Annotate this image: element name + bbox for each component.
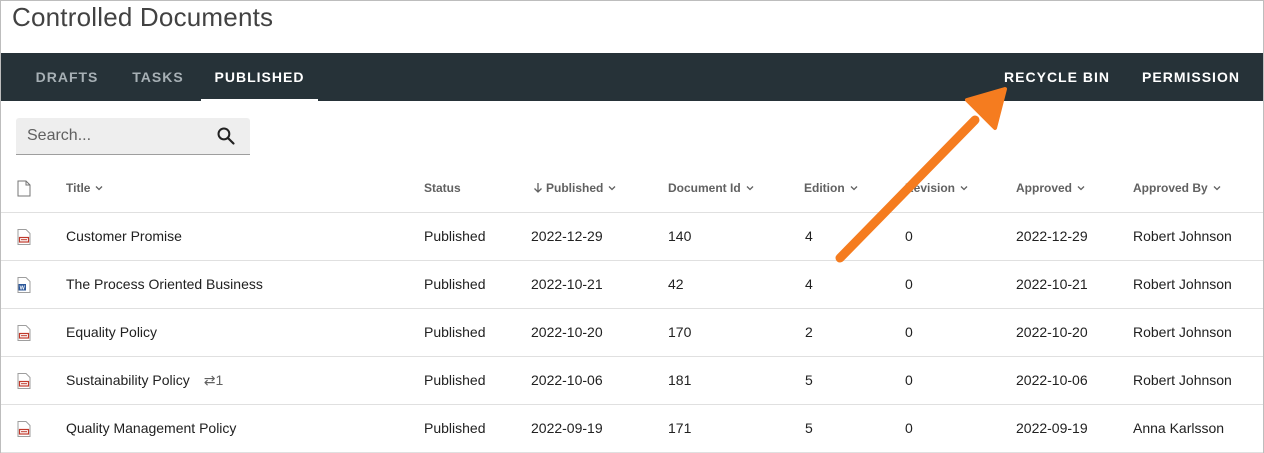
tab-recycle-bin[interactable]: RECYCLE BIN [993, 53, 1121, 101]
table-row[interactable]: Sustainability Policy ⇄1 Published 2022-10-… [1, 357, 1263, 405]
word-file-icon: W [17, 277, 31, 293]
column-approved-label: Approved [1016, 181, 1073, 195]
cell-document-id: 181 [668, 372, 692, 388]
table-row[interactable]: Customer Promise Published 2022-12-29 140 4 0… [1, 213, 1263, 261]
cell-published: 2022-10-06 [531, 372, 603, 388]
document-title-link[interactable]: Sustainability Policy [66, 372, 190, 388]
cell-title[interactable]: Customer Promise [66, 213, 182, 260]
column-revision[interactable]: Revision [905, 165, 969, 212]
table-row[interactable]: W The Process Oriented Business Published 2… [1, 261, 1263, 309]
cell-status: Published [424, 228, 486, 244]
tab-tasks[interactable]: TASKS [118, 53, 198, 101]
pdf-file-icon [17, 229, 31, 245]
cell-edition: 5 [805, 420, 813, 436]
column-title[interactable]: Title [66, 165, 104, 212]
cell-edition: 2 [805, 324, 813, 340]
cell-published: 2022-10-21 [531, 276, 603, 292]
column-document-id[interactable]: Document Id [668, 165, 755, 212]
document-title-link[interactable]: Quality Management Policy [66, 420, 236, 436]
cell-approved-by: Robert Johnson [1133, 324, 1232, 340]
cell-approved: 2022-09-19 [1016, 420, 1088, 436]
table-row[interactable]: Quality Management Policy Published 2022-0… [1, 405, 1263, 453]
page-title: Controlled Documents [12, 2, 274, 32]
tab-permission[interactable]: PERMISSION [1131, 53, 1251, 101]
column-approved-by-label: Approved By [1133, 181, 1208, 195]
column-edition-label: Edition [804, 181, 845, 195]
document-title-link[interactable]: The Process Oriented Business [66, 276, 263, 292]
pdf-file-icon [17, 325, 31, 341]
search-box[interactable] [16, 118, 250, 155]
column-revision-label: Revision [905, 181, 956, 195]
cell-approved: 2022-12-29 [1016, 228, 1088, 244]
cell-approved-by: Robert Johnson [1133, 372, 1232, 388]
column-edition[interactable]: Edition [804, 165, 859, 212]
column-document-id-label: Document Id [668, 181, 741, 195]
cell-document-id: 170 [668, 324, 692, 340]
cell-approved-by: Robert Johnson [1133, 228, 1232, 244]
cell-edition: 5 [805, 372, 813, 388]
cell-published: 2022-10-20 [531, 324, 603, 340]
cell-revision: 0 [905, 420, 913, 436]
chevron-down-icon [1213, 186, 1221, 191]
column-published[interactable]: Published [533, 165, 617, 212]
pdf-file-icon [17, 373, 31, 389]
cell-revision: 0 [905, 324, 913, 340]
cell-published: 2022-09-19 [531, 420, 603, 436]
cell-status: Published [424, 372, 486, 388]
cell-revision: 0 [905, 228, 913, 244]
chevron-down-icon [960, 186, 968, 191]
chevron-down-icon [95, 186, 103, 191]
cell-approved: 2022-10-20 [1016, 324, 1088, 340]
chevron-down-icon [1077, 186, 1085, 191]
column-approved-by[interactable]: Approved By [1133, 165, 1222, 212]
chevron-down-icon [608, 186, 616, 191]
table-header: Title Status Published Document Id Editi… [1, 165, 1263, 213]
column-status-label: Status [424, 181, 461, 195]
cell-approved: 2022-10-06 [1016, 372, 1088, 388]
chevron-down-icon [746, 186, 754, 191]
cell-title[interactable]: The Process Oriented Business [66, 261, 263, 308]
cell-status: Published [424, 324, 486, 340]
cell-title[interactable]: Equality Policy [66, 309, 157, 356]
linked-documents-icon[interactable]: ⇄1 [204, 357, 224, 404]
cell-edition: 4 [805, 276, 813, 292]
cell-approved-by: Anna Karlsson [1133, 420, 1225, 436]
cell-approved: 2022-10-21 [1016, 276, 1088, 292]
column-title-label: Title [66, 181, 91, 195]
cell-revision: 0 [905, 372, 913, 388]
file-type-icon [17, 180, 31, 197]
tab-published[interactable]: PUBLISHED [201, 53, 318, 101]
chevron-down-icon [850, 186, 858, 191]
tab-drafts[interactable]: DRAFTS [19, 53, 115, 101]
sort-arrow-down-icon [534, 183, 542, 193]
cell-document-id: 140 [668, 228, 692, 244]
table-row[interactable]: Equality Policy Published 2022-10-20 170 2 0 2… [1, 309, 1263, 357]
column-approved[interactable]: Approved [1016, 165, 1086, 212]
document-title-link[interactable]: Equality Policy [66, 324, 157, 340]
document-title-link[interactable]: Customer Promise [66, 228, 182, 244]
cell-published: 2022-12-29 [531, 228, 603, 244]
cell-status: Published [424, 420, 486, 436]
search-input[interactable] [27, 118, 217, 154]
search-icon[interactable] [216, 126, 236, 146]
cell-document-id: 42 [668, 276, 684, 292]
cell-edition: 4 [805, 228, 813, 244]
cell-title[interactable]: Sustainability Policy ⇄1 [66, 357, 223, 404]
cell-revision: 0 [905, 276, 913, 292]
cell-document-id: 171 [668, 420, 692, 436]
pdf-file-icon [17, 421, 31, 437]
column-published-label: Published [546, 181, 604, 195]
tab-bar: DRAFTS TASKS PUBLISHED RECYCLE BIN PERMI… [1, 53, 1263, 101]
svg-text:W: W [20, 285, 26, 291]
cell-title[interactable]: Quality Management Policy [66, 405, 236, 452]
column-status: Status [424, 165, 461, 212]
cell-status: Published [424, 276, 486, 292]
cell-approved-by: Robert Johnson [1133, 276, 1232, 292]
